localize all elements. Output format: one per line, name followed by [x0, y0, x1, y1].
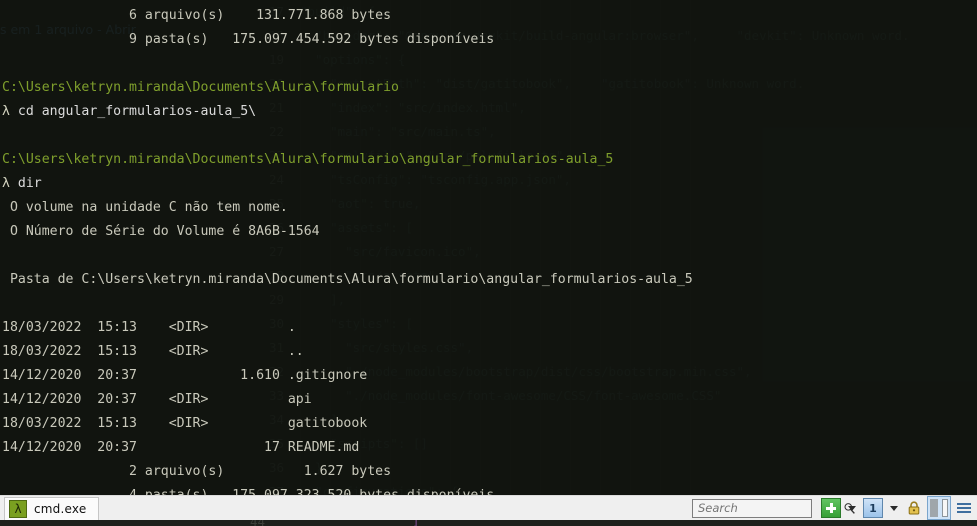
status-bar-tools[interactable]: 1 — [692, 496, 977, 520]
terminal-text: 6 arquivo(s) 131.771.868 bytes — [2, 8, 392, 23]
terminal-text: 18/03/2022 15:13 <DIR> . — [2, 320, 296, 335]
terminal-surface[interactable]: 6 arquivo(s) 131.771.868 bytes 9 pasta(s… — [0, 0, 977, 496]
terminal-text: C:\Users\ketryn.miranda\Documents\Alura\… — [2, 80, 399, 95]
panel-icon[interactable] — [927, 496, 951, 520]
terminal-text: C:\Users\ketryn.miranda\Documents\Alura\… — [2, 152, 614, 167]
terminal-text: 14/12/2020 20:37 1.610 .gitignore — [2, 368, 368, 383]
terminal-text: dir — [17, 176, 42, 191]
one-icon[interactable]: 1 — [863, 498, 883, 518]
sliver-line-number: 44 — [250, 520, 265, 526]
terminal-line: 14/12/2020 20:37 <DIR> api — [0, 388, 701, 412]
chevron-down-icon-active[interactable] — [890, 505, 898, 511]
terminal-line: 14/12/2020 20:37 17 README.md — [0, 436, 701, 460]
terminal-line: 18/03/2022 15:13 <DIR> . — [0, 316, 701, 340]
search-box[interactable] — [692, 498, 855, 518]
terminal-line: Pasta de C:\Users\ketryn.miranda\Documen… — [0, 268, 701, 292]
chevron-down-icon-new[interactable] — [848, 505, 856, 511]
terminal-line: O volume na unidade C não tem nome. — [0, 196, 701, 220]
terminal-line: 9 pasta(s) 175.097.454.592 bytes disponí… — [0, 28, 701, 52]
terminal-text: Pasta de C:\Users\ketryn.miranda\Documen… — [2, 272, 693, 287]
terminal-line: 18/03/2022 15:13 <DIR> gatitobook — [0, 412, 701, 436]
terminal-line: C:\Users\ketryn.miranda\Documents\Alura\… — [0, 76, 701, 100]
terminal-text: O Número de Série do Volume é 8A6B-1564 — [2, 224, 320, 239]
terminal-text: 14/12/2020 20:37 <DIR> api — [2, 392, 312, 407]
conemu-status-bar[interactable]: λ cmd.exe 1 — [0, 495, 977, 520]
terminal-text: 18/03/2022 15:13 <DIR> gatitobook — [2, 416, 368, 431]
terminal-text: 18/03/2022 15:13 <DIR> .. — [2, 344, 304, 359]
hamburger-menu-icon[interactable] — [955, 499, 973, 517]
terminal-text: cd angular_formularios-aula_5\ — [17, 104, 257, 119]
console-tab-label: cmd.exe — [34, 501, 87, 516]
terminal-text: O volume na unidade C não tem nome. — [2, 200, 288, 215]
terminal-text: λ — [2, 176, 18, 191]
plus-icon[interactable] — [821, 498, 841, 518]
lock-icon[interactable] — [905, 499, 923, 517]
terminal-text: 14/12/2020 20:37 17 README.md — [2, 440, 360, 455]
terminal-output: 6 arquivo(s) 131.771.868 bytes 9 pasta(s… — [0, 0, 701, 496]
lambda-icon: λ — [9, 499, 27, 518]
sliver-code-text: ] — [412, 520, 420, 526]
terminal-text: λ — [2, 104, 18, 119]
terminal-line: 14/12/2020 20:37 1.610 .gitignore — [0, 364, 701, 388]
terminal-text: 2 arquivo(s) 1.627 bytes — [2, 464, 392, 479]
terminal-text: 9 pasta(s) 175.097.454.592 bytes disponí… — [2, 32, 495, 47]
console-tab-cmd[interactable]: λ cmd.exe — [4, 496, 100, 520]
terminal-line: λ dir — [0, 172, 701, 196]
terminal-line: O Número de Série do Volume é 8A6B-1564 — [0, 220, 701, 244]
terminal-line: 18/03/2022 15:13 <DIR> .. — [0, 340, 701, 364]
terminal-line: λ cd angular_formularios-aula_5\ — [0, 100, 701, 124]
editor-bottom-sliver: 44 ] — [0, 520, 977, 526]
status-bar-filler — [99, 496, 692, 520]
terminal-line: 2 arquivo(s) 1.627 bytes — [0, 460, 701, 484]
terminal-line: 6 arquivo(s) 131.771.868 bytes — [0, 4, 701, 28]
terminal-line: C:\Users\ketryn.miranda\Documents\Alura\… — [0, 148, 701, 172]
